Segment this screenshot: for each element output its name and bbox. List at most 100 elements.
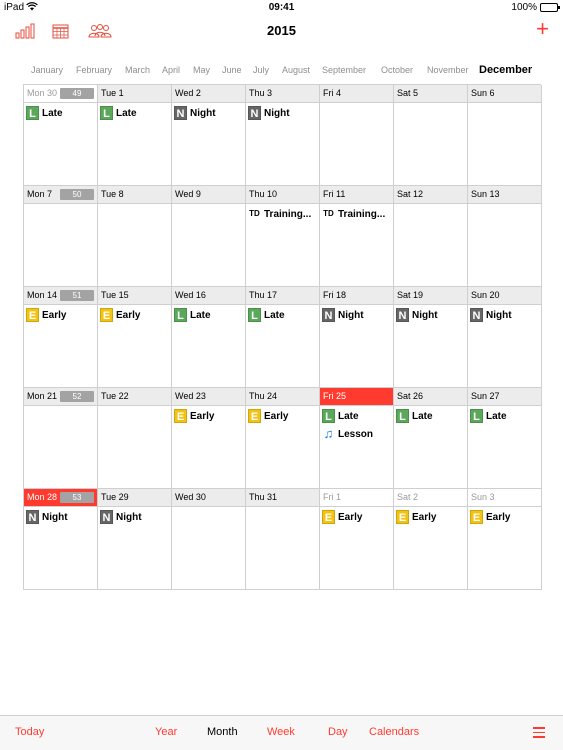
day-header: Tue 22 xyxy=(98,388,171,406)
day-label: Wed 23 xyxy=(175,391,206,401)
shift-event[interactable]: L Late xyxy=(320,408,393,424)
shift-event[interactable]: N Night xyxy=(468,307,541,323)
month-october[interactable]: October xyxy=(381,65,413,75)
month-august[interactable]: August xyxy=(282,65,310,75)
day-cell[interactable]: Fri 25 L Late ♫ Lesson xyxy=(320,388,394,489)
event-title: Early xyxy=(42,309,67,321)
day-cell[interactable]: Fri 1 E Early xyxy=(320,489,394,590)
day-header: Thu 3 xyxy=(246,85,319,103)
shift-event[interactable]: L Late xyxy=(468,408,541,424)
day-cell[interactable]: Fri 11 TD Training... xyxy=(320,186,394,287)
month-november[interactable]: November xyxy=(427,65,469,75)
day-label: Thu 3 xyxy=(249,88,273,98)
day-cell[interactable]: Thu 24 E Early xyxy=(246,388,320,489)
day-header: Sat 26 xyxy=(394,388,467,406)
day-cell[interactable]: Tue 8 xyxy=(98,186,172,287)
day-header: Sun 20 xyxy=(468,287,541,305)
day-cell[interactable]: Sun 3 E Early xyxy=(468,489,542,590)
day-label: Mon 30 xyxy=(27,88,58,98)
day-cell[interactable]: Wed 30 xyxy=(172,489,246,590)
day-cell[interactable]: Mon 14 51 E Early xyxy=(24,287,98,388)
day-cell[interactable]: Wed 23 E Early xyxy=(172,388,246,489)
day-cell[interactable]: Tue 29 N Night xyxy=(98,489,172,590)
month-april[interactable]: April xyxy=(162,65,180,75)
day-cell[interactable]: Thu 31 xyxy=(246,489,320,590)
month-june[interactable]: June xyxy=(222,65,242,75)
shift-event[interactable]: E Early xyxy=(394,509,467,525)
month-september[interactable]: September xyxy=(322,65,366,75)
shift-event[interactable]: E Early xyxy=(320,509,393,525)
day-cell[interactable]: Thu 10 TD Training... xyxy=(246,186,320,287)
event-title: Late xyxy=(42,107,63,119)
shift-event[interactable]: L Late xyxy=(24,105,97,121)
day-label: Thu 10 xyxy=(249,189,278,199)
shift-event[interactable]: N Night xyxy=(98,509,171,525)
month-may[interactable]: May xyxy=(193,65,210,75)
day-cell[interactable]: Wed 2 N Night xyxy=(172,85,246,186)
shift-event[interactable]: TD Training... xyxy=(320,206,393,222)
shift-event[interactable]: L Late xyxy=(172,307,245,323)
shift-event[interactable]: E Early xyxy=(468,509,541,525)
shift-event[interactable]: L Late xyxy=(98,105,171,121)
hamburger-menu-icon[interactable] xyxy=(533,727,545,738)
shift-event[interactable]: N Night xyxy=(394,307,467,323)
day-cell[interactable]: Mon 28 53 N Night xyxy=(24,489,98,590)
shift-event[interactable]: N Night xyxy=(172,105,245,121)
day-cell[interactable]: Sat 19 N Night xyxy=(394,287,468,388)
month-july[interactable]: July xyxy=(253,65,269,75)
day-cell[interactable]: Tue 22 xyxy=(98,388,172,489)
tab-calendars[interactable]: Calendars xyxy=(369,726,419,738)
shift-event[interactable]: E Early xyxy=(98,307,171,323)
day-cell[interactable]: Thu 17 L Late xyxy=(246,287,320,388)
month-march[interactable]: March xyxy=(125,65,150,75)
shift-event[interactable]: E Early xyxy=(246,408,319,424)
month-december[interactable]: December xyxy=(479,64,532,76)
day-cell[interactable]: Wed 16 L Late xyxy=(172,287,246,388)
today-button[interactable]: Today xyxy=(15,726,44,738)
day-cell[interactable]: Tue 15 E Early xyxy=(98,287,172,388)
page-title: 2015 xyxy=(267,23,296,38)
event-title: Training... xyxy=(264,208,312,220)
tab-year[interactable]: Year xyxy=(155,726,177,738)
day-cell[interactable]: Sun 13 xyxy=(468,186,542,287)
day-cell[interactable]: Sun 6 xyxy=(468,85,542,186)
week-row: Mon 21 52 Tue 22 Wed 23 E Early Thu 24 E Early Fr… xyxy=(24,388,542,489)
shift-event[interactable]: N Night xyxy=(246,105,319,121)
day-header: Wed 23 xyxy=(172,388,245,406)
day-cell[interactable]: Sun 27 L Late xyxy=(468,388,542,489)
day-header: Sat 12 xyxy=(394,186,467,204)
shift-event[interactable]: N Night xyxy=(320,307,393,323)
day-cell[interactable]: Fri 18 N Night xyxy=(320,287,394,388)
shift-event[interactable]: L Late xyxy=(394,408,467,424)
day-header: Mon 30 49 xyxy=(24,85,97,103)
day-cell[interactable]: Mon 21 52 xyxy=(24,388,98,489)
month-january[interactable]: January xyxy=(31,65,63,75)
day-cell[interactable]: Thu 3 N Night xyxy=(246,85,320,186)
day-cell[interactable]: Mon 7 50 xyxy=(24,186,98,287)
shift-event[interactable]: TD Training... xyxy=(246,206,319,222)
day-cell[interactable]: Sat 26 L Late xyxy=(394,388,468,489)
day-label: Wed 16 xyxy=(175,290,206,300)
day-cell[interactable]: Fri 4 xyxy=(320,85,394,186)
tab-week[interactable]: Week xyxy=(267,726,295,738)
day-label: Thu 24 xyxy=(249,391,278,401)
shift-event[interactable]: ♫ Lesson xyxy=(320,426,393,442)
shift-event[interactable]: E Early xyxy=(24,307,97,323)
shift-event[interactable]: L Late xyxy=(246,307,319,323)
day-cell[interactable]: Mon 30 49 L Late xyxy=(24,85,98,186)
day-cell[interactable]: Wed 9 xyxy=(172,186,246,287)
day-cell[interactable]: Tue 1 L Late xyxy=(98,85,172,186)
day-cell[interactable]: Sat 2 E Early xyxy=(394,489,468,590)
event-title: Training... xyxy=(338,208,386,220)
tab-day[interactable]: Day xyxy=(328,726,348,738)
add-button[interactable]: + xyxy=(536,18,549,40)
month-february[interactable]: February xyxy=(76,65,112,75)
day-cell[interactable]: Sun 20 N Night xyxy=(468,287,542,388)
tab-month[interactable]: Month xyxy=(207,726,238,738)
event-title: Late xyxy=(264,309,285,321)
day-label: Thu 31 xyxy=(249,492,278,502)
shift-event[interactable]: E Early xyxy=(172,408,245,424)
shift-event[interactable]: N Night xyxy=(24,509,97,525)
day-cell[interactable]: Sat 5 xyxy=(394,85,468,186)
day-cell[interactable]: Sat 12 xyxy=(394,186,468,287)
